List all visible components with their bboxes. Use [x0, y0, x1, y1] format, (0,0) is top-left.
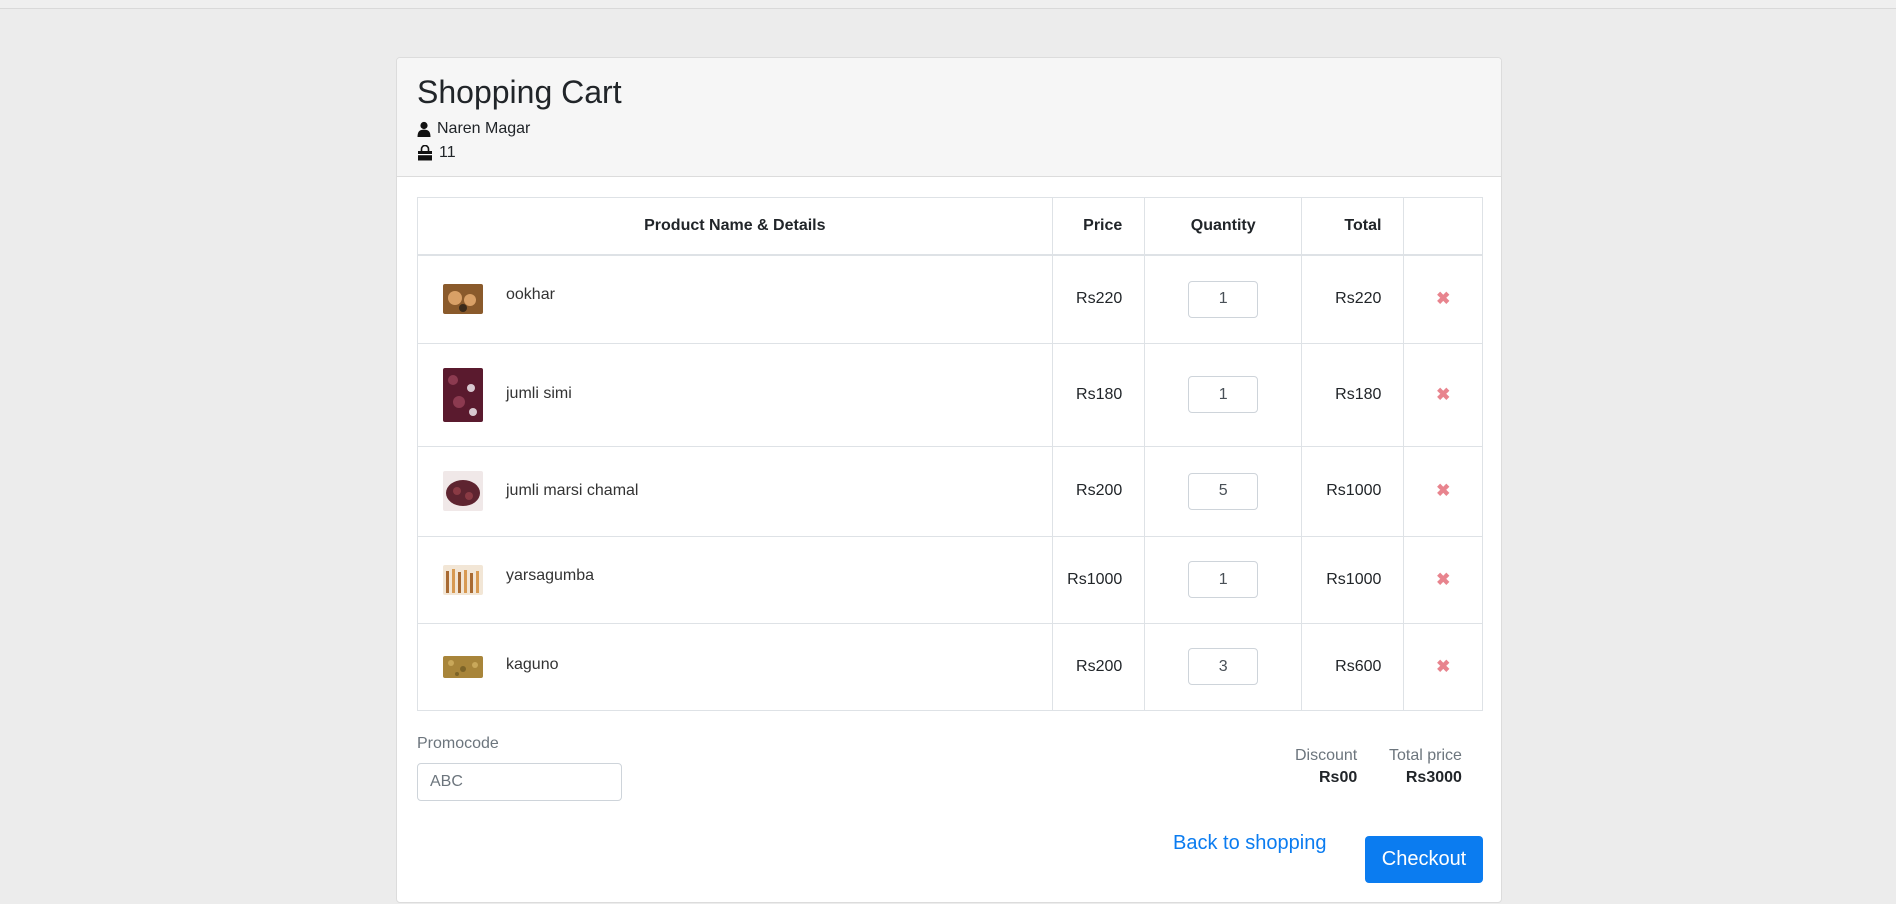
table-row: jumli simi Rs180 Rs180 ✖	[417, 342, 1483, 447]
shopping-bag-icon	[418, 145, 432, 161]
remove-item-icon[interactable]: ✖	[1436, 385, 1450, 404]
product-cell: kaguno	[417, 622, 1053, 711]
promo-code-input[interactable]	[417, 763, 622, 801]
price-cell: Rs200	[1051, 445, 1146, 537]
quantity-cell	[1144, 622, 1303, 711]
product-cell: jumli simi	[417, 342, 1053, 447]
total-cell: Rs220	[1301, 254, 1405, 344]
remove-cell: ✖	[1403, 254, 1483, 344]
quantity-input[interactable]	[1188, 376, 1259, 413]
product-name: jumli marsi chamal	[506, 482, 639, 499]
product-name: yarsagumba	[506, 566, 595, 584]
bag-count: 11	[439, 144, 456, 161]
total-summary: Total price Rs3000	[1389, 747, 1462, 787]
quantity-input[interactable]	[1188, 648, 1259, 685]
remove-item-icon[interactable]: ✖	[1436, 481, 1450, 500]
table-row: kaguno Rs200 Rs600 ✖	[417, 622, 1483, 711]
remove-item-icon[interactable]: ✖	[1436, 570, 1450, 589]
discount-label: Discount	[1295, 747, 1358, 764]
cart-table: Product Name & Details Price Quantity To…	[417, 197, 1483, 711]
remove-cell: ✖	[1403, 622, 1483, 711]
checkout-button[interactable]: Checkout	[1365, 836, 1483, 883]
remove-cell: ✖	[1403, 342, 1483, 447]
product-thumbnail	[443, 367, 483, 422]
cart-table-wrapper: Product Name & Details Price Quantity To…	[417, 197, 1483, 711]
table-row: yarsagumba Rs1000 Rs1000 ✖	[417, 535, 1483, 624]
quantity-input[interactable]	[1188, 561, 1259, 598]
product-thumbnail	[443, 471, 483, 511]
promo-section: Promocode	[417, 735, 622, 801]
total-price-value: Rs3000	[1405, 769, 1462, 786]
quantity-cell	[1144, 254, 1303, 344]
cart-card: Shopping Cart Naren Magar 11 Product Nam…	[396, 57, 1502, 903]
product-cell: jumli marsi chamal	[417, 445, 1053, 537]
total-cell: Rs600	[1301, 622, 1405, 711]
product-name: jumli simi	[506, 384, 572, 402]
quantity-cell	[1144, 535, 1303, 624]
back-to-shopping-link[interactable]: Back to shopping	[1173, 832, 1326, 855]
bag-info: 11	[417, 142, 1481, 164]
promo-label: Promocode	[417, 735, 499, 752]
product-cell: ookhar	[417, 254, 1053, 344]
user-name: Naren Magar	[437, 120, 531, 137]
total-cell: Rs1000	[1301, 445, 1405, 537]
price-cell: Rs180	[1051, 342, 1146, 447]
top-bar	[0, 0, 1896, 9]
quantity-input[interactable]	[1188, 280, 1259, 318]
table-row: ookhar Rs220 Rs220 ✖	[417, 254, 1483, 344]
discount-summary: Discount Rs00	[1295, 747, 1357, 787]
product-name: kaguno	[506, 655, 559, 673]
total-price-label: Total price	[1389, 747, 1462, 764]
total-cell: Rs1000	[1301, 535, 1405, 624]
column-header-price: Price	[1051, 197, 1146, 256]
user-info: Naren Magar	[417, 118, 1481, 140]
user-icon	[417, 121, 431, 137]
table-row: jumli marsi chamal Rs200 Rs1000 ✖	[417, 445, 1483, 537]
remove-item-icon[interactable]: ✖	[1436, 289, 1450, 308]
total-cell: Rs180	[1301, 342, 1405, 447]
column-header-total: Total	[1301, 197, 1405, 256]
column-header-quantity: Quantity	[1144, 197, 1303, 256]
price-cell: Rs200	[1051, 622, 1146, 711]
remove-item-icon[interactable]: ✖	[1436, 657, 1450, 676]
discount-value: Rs00	[1319, 769, 1358, 786]
table-header-row: Product Name & Details Price Quantity To…	[417, 197, 1483, 256]
remove-cell: ✖	[1403, 445, 1483, 537]
price-cell: Rs1000	[1051, 535, 1146, 624]
product-cell: yarsagumba	[417, 535, 1053, 624]
product-thumbnail	[443, 564, 483, 595]
cart-header: Shopping Cart Naren Magar 11	[397, 58, 1501, 177]
product-thumbnail	[443, 655, 483, 678]
product-name: ookhar	[506, 286, 555, 304]
quantity-cell	[1144, 445, 1303, 537]
column-header-product: Product Name & Details	[417, 197, 1053, 256]
price-cell: Rs220	[1051, 254, 1146, 344]
column-header-remove	[1403, 197, 1483, 256]
quantity-cell	[1144, 342, 1303, 447]
page-title: Shopping Cart	[417, 74, 622, 110]
quantity-input[interactable]	[1188, 472, 1259, 510]
remove-cell: ✖	[1403, 535, 1483, 624]
product-thumbnail	[443, 284, 483, 315]
